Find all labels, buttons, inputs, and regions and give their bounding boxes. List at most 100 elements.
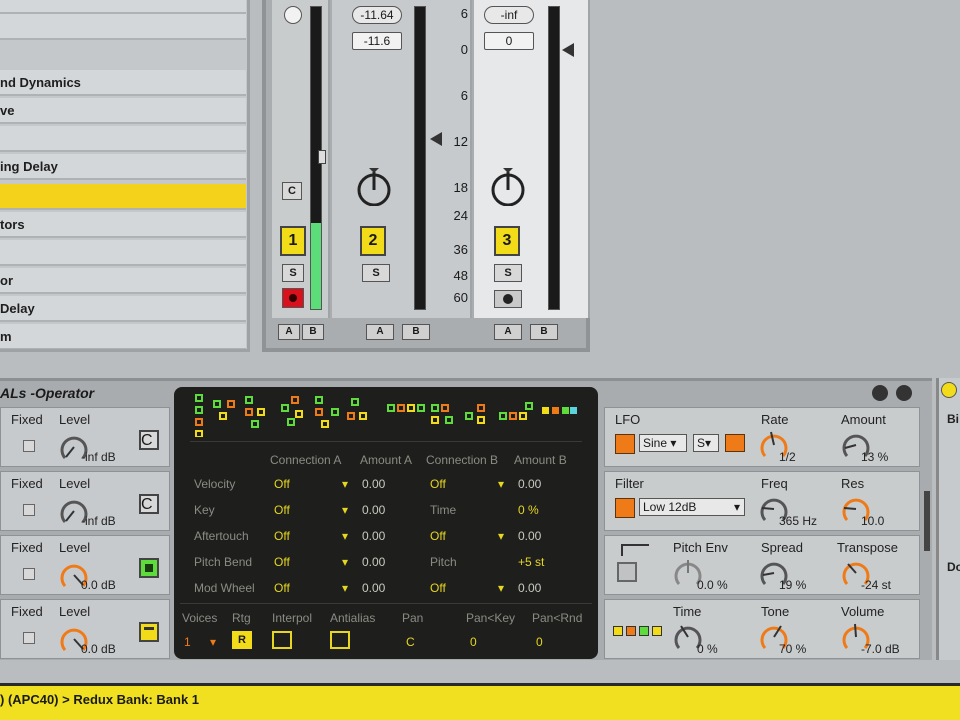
monitor-button[interactable]: [494, 290, 522, 308]
c-button[interactable]: C: [282, 182, 302, 200]
browser-item[interactable]: [0, 126, 246, 152]
browser-item[interactable]: [0, 0, 246, 14]
filter-on-toggle[interactable]: [615, 498, 635, 518]
amount-b-value[interactable]: 0.00: [518, 477, 541, 491]
solo-button[interactable]: S: [362, 264, 390, 282]
connection-a-select[interactable]: Off: [274, 581, 290, 595]
pan-value[interactable]: C: [406, 635, 415, 649]
amount-b-value[interactable]: +5 st: [518, 555, 544, 569]
browser-item[interactable]: ve: [0, 98, 246, 124]
record-dot-icon: [289, 294, 297, 302]
level-value: 0.0 dB: [81, 642, 116, 656]
mod-source-label: Pitch Bend: [194, 555, 253, 569]
crossfade-a-button[interactable]: A: [278, 324, 300, 340]
operator-toggle-button[interactable]: [139, 622, 159, 642]
crossfade-b-button[interactable]: B: [530, 324, 558, 340]
interpolation-toggle[interactable]: [272, 631, 292, 649]
chevron-down-icon: ▾: [342, 503, 349, 517]
track-number-button[interactable]: 1: [280, 226, 306, 256]
volume-fader-handle[interactable]: [318, 150, 326, 164]
algorithm-display-icon[interactable]: [192, 393, 578, 437]
mod-source-label: Mod Wheel: [194, 581, 255, 595]
browser-item[interactable]: m: [0, 324, 246, 349]
volume-fader-arrow-icon[interactable]: [562, 43, 574, 57]
amount-b-value[interactable]: 0.00: [518, 581, 541, 595]
antialias-toggle[interactable]: [330, 631, 350, 649]
fixed-checkbox[interactable]: [23, 568, 35, 580]
connection-a-select[interactable]: Off: [274, 529, 290, 543]
amount-b-value[interactable]: 0.00: [518, 529, 541, 543]
connection-b-select[interactable]: Off: [430, 529, 446, 543]
track-number-button[interactable]: 2: [360, 226, 386, 256]
amount-a-value[interactable]: 0.00: [362, 477, 385, 491]
volume-fader-arrow-icon[interactable]: [430, 132, 442, 146]
crossfade-b-button[interactable]: B: [302, 324, 324, 340]
hot-swap-icon[interactable]: [872, 385, 888, 401]
crossfade-b-button[interactable]: B: [402, 324, 430, 340]
wave-icon: [145, 564, 153, 572]
device-scrollbar[interactable]: [924, 491, 930, 551]
amount-a-value[interactable]: 0.00: [362, 503, 385, 517]
browser-item[interactable]: [0, 240, 246, 266]
track-number-button[interactable]: 3: [494, 226, 520, 256]
header-connection-b: Connection B: [426, 453, 499, 467]
connection-b-label: Time: [430, 503, 457, 517]
led-icon: [626, 626, 636, 636]
lfo-waveform-select[interactable]: Sine ▾: [639, 434, 687, 452]
db-tick-label: 60: [453, 290, 468, 305]
browser-item-selected[interactable]: [0, 184, 246, 210]
tone-label: Tone: [761, 604, 790, 619]
filter-type-select[interactable]: Low 12dB ▾: [639, 498, 745, 516]
browser-item[interactable]: Delay: [0, 296, 246, 322]
volume-field[interactable]: -11.6: [352, 32, 402, 50]
solo-button[interactable]: S: [282, 264, 304, 282]
fixed-checkbox[interactable]: [23, 632, 35, 644]
crossfade-a-button[interactable]: A: [366, 324, 394, 340]
device-on-icon[interactable]: [941, 382, 957, 398]
antialias-label: Antialias: [330, 611, 376, 625]
volume-field[interactable]: 0: [484, 32, 534, 50]
pitch-env-toggle[interactable]: [617, 562, 637, 582]
solo-button[interactable]: S: [494, 264, 522, 282]
track-activator-icon[interactable]: [284, 6, 302, 24]
fixed-checkbox[interactable]: [23, 504, 35, 516]
connection-a-select[interactable]: Off: [274, 555, 290, 569]
lfo-on-toggle[interactable]: [615, 434, 635, 454]
operator-toggle-button[interactable]: C: [139, 430, 159, 450]
operator-toggle-button[interactable]: [139, 558, 159, 578]
retrigger-toggle[interactable]: R: [232, 631, 252, 649]
chevron-down-icon: ▾: [342, 581, 349, 595]
browser-item[interactable]: ing Delay: [0, 154, 246, 180]
level-meter: [414, 6, 426, 310]
record-arm-button[interactable]: [282, 288, 304, 308]
operator-toggle-button[interactable]: C: [139, 494, 159, 514]
lfo-section: LFO Sine ▾ S▾ Rate 1/2 Amount 13 %: [604, 407, 920, 467]
pan-random-value[interactable]: 0: [536, 635, 543, 649]
save-preset-icon[interactable]: [896, 385, 912, 401]
fixed-checkbox[interactable]: [23, 440, 35, 452]
amount-a-value[interactable]: 0.00: [362, 529, 385, 543]
connection-b-select[interactable]: Off: [430, 477, 446, 491]
crossfade-a-button[interactable]: A: [494, 324, 522, 340]
lfo-retrigger-icon[interactable]: [725, 434, 745, 452]
browser-item[interactable]: [0, 14, 246, 40]
res-label: Res: [841, 476, 865, 491]
pan-knob-icon[interactable]: [488, 166, 528, 206]
connection-a-select[interactable]: Off: [274, 477, 290, 491]
retrigger-label: Rtg: [232, 611, 251, 625]
pan-key-value[interactable]: 0: [470, 635, 477, 649]
envelope-shape-icon: [621, 544, 649, 556]
connection-a-select[interactable]: Off: [274, 503, 290, 517]
amount-a-value[interactable]: 0.00: [362, 581, 385, 595]
browser-item[interactable]: nd Dynamics: [0, 70, 246, 96]
browser-item[interactable]: or: [0, 268, 246, 294]
browser-item[interactable]: tors: [0, 212, 246, 238]
db-tick-label: 18: [453, 180, 468, 195]
connection-b-select[interactable]: Off: [430, 581, 446, 595]
divider: [180, 603, 592, 604]
amount-b-value[interactable]: 0 %: [518, 503, 539, 517]
voices-select[interactable]: 1: [184, 635, 191, 649]
lfo-mode-select[interactable]: S▾: [693, 434, 719, 452]
amount-a-value[interactable]: 0.00: [362, 555, 385, 569]
pan-knob-icon[interactable]: [354, 166, 394, 206]
